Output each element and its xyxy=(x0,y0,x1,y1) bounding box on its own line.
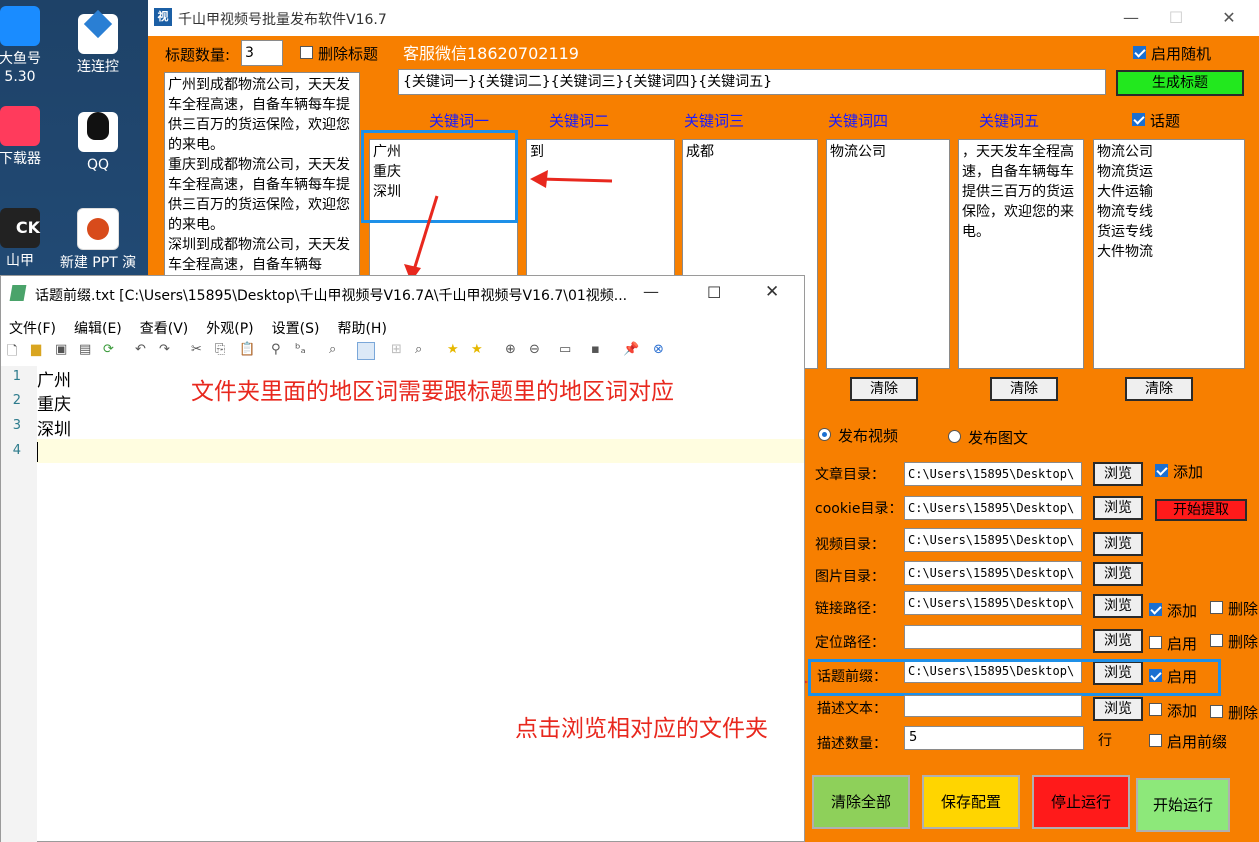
menu-appearance[interactable]: 外观(P) xyxy=(206,318,253,338)
text-cursor xyxy=(37,442,38,462)
redo-icon[interactable]: ↷ xyxy=(159,342,170,357)
annotation-note-1: 文件夹里面的地区词需要跟标题里的地区词对应 xyxy=(191,379,674,405)
line-number: 1 xyxy=(12,369,21,384)
text-line[interactable]: 广州 xyxy=(37,366,71,391)
menu-view[interactable]: 查看(V) xyxy=(140,318,189,338)
notepad-title: 话题前缀.txt [C:\Users\15895\Desktop\千山甲视频号V… xyxy=(35,288,628,304)
line-number: 4 xyxy=(12,443,21,458)
arrow-line xyxy=(412,195,439,271)
open-folder-icon[interactable]: ▆ xyxy=(31,342,41,357)
menu-edit[interactable]: 编辑(E) xyxy=(74,318,122,338)
goto-icon[interactable]: ⌕ xyxy=(329,342,336,357)
find-icon[interactable]: ⚲ xyxy=(271,342,281,357)
zoom-out-icon[interactable]: ⊖ xyxy=(529,342,540,357)
new-file-icon[interactable]: 🗋 xyxy=(7,342,17,364)
notepad-close-button[interactable]: ✕ xyxy=(765,282,779,302)
text-line[interactable]: 深圳 xyxy=(37,415,71,440)
screen-icon[interactable]: ▪ xyxy=(591,342,600,357)
save-icon[interactable]: ▣ xyxy=(55,342,67,357)
cut-icon[interactable]: ✂ xyxy=(191,342,202,357)
close-doc-icon[interactable]: ⊗ xyxy=(653,342,664,357)
annotation-note-2: 点击浏览相对应的文件夹 xyxy=(515,716,768,742)
bookmark-icon[interactable]: ⊞ xyxy=(391,342,402,357)
line-number-gutter xyxy=(1,366,37,842)
paste-icon[interactable]: 📋 xyxy=(239,342,255,357)
reload-icon[interactable]: ⟳ xyxy=(103,342,114,357)
text-line[interactable]: 重庆 xyxy=(37,390,71,415)
notepad-titlebar: 话题前缀.txt [C:\Users\15895\Desktop\千山甲视频号V… xyxy=(1,276,804,312)
view-icon[interactable]: ▭ xyxy=(559,342,571,357)
search-icon[interactable]: ⌕ xyxy=(415,342,422,357)
line-number: 3 xyxy=(12,418,21,433)
pin-icon[interactable]: 📌 xyxy=(623,342,639,357)
star-icon[interactable]: ★ xyxy=(447,342,459,357)
arrow-line xyxy=(539,177,613,183)
replace-icon[interactable]: ᵇₐ xyxy=(295,342,306,357)
copy-icon[interactable]: ⎘ xyxy=(215,342,225,357)
notepad-app-icon xyxy=(9,285,27,301)
zoom-in-icon[interactable]: ⊕ xyxy=(505,342,516,357)
notepad-menubar: 文件(F) 编辑(E) 查看(V) 外观(P) 设置(S) 帮助(H) xyxy=(9,318,405,338)
line-number: 2 xyxy=(12,393,21,408)
star-plus-icon[interactable]: ★ xyxy=(471,342,483,357)
menu-settings[interactable]: 设置(S) xyxy=(272,318,320,338)
undo-icon[interactable]: ↶ xyxy=(135,342,146,357)
menu-file[interactable]: 文件(F) xyxy=(9,318,56,338)
notepad-maximize-button[interactable]: ☐ xyxy=(707,283,721,302)
notepad-toolbar: 🗋 ▆ ▣ ▤ ⟳ ↶ ↷ ✂ ⎘ 📋 ⚲ ᵇₐ ⌕ ⊞ ⌕ ★ ★ ⊕ ⊖ ▭… xyxy=(7,342,797,362)
arrow-head xyxy=(530,170,548,188)
menu-help[interactable]: 帮助(H) xyxy=(337,318,386,338)
wordwrap-icon[interactable] xyxy=(357,342,375,360)
current-line-highlight xyxy=(37,439,804,463)
save-all-icon[interactable]: ▤ xyxy=(79,342,91,357)
notepad-window: 话题前缀.txt [C:\Users\15895\Desktop\千山甲视频号V… xyxy=(0,275,805,842)
notepad-minimize-button[interactable]: — xyxy=(643,282,659,301)
